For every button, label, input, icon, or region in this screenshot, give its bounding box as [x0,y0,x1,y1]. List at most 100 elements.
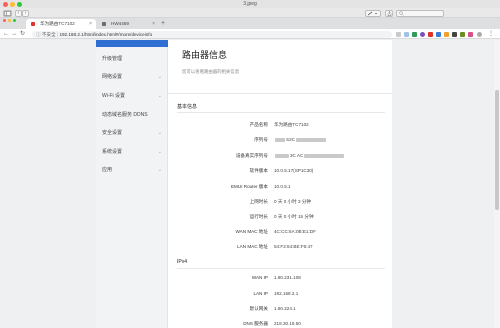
extension-icon[interactable] [460,31,465,37]
row-value-redacted: S2C [274,137,327,142]
huawei-favicon-icon [31,22,35,26]
row-value: 192.168.2.1 [274,291,299,296]
section-title-ipv4: IPv4 [177,259,188,265]
nav-back-icon[interactable]: ← [3,29,9,39]
row-value: 10.0.5.17(SP1C30) [274,168,314,173]
browser-maximize-button[interactable] [13,19,16,22]
redacted-block [275,153,289,158]
row-label: 运行时长 [249,214,268,219]
redacted-block [295,137,326,142]
menu-icon[interactable]: ⋮ [488,29,494,39]
row-value: 华为路由TC7102 [274,122,309,127]
sidebar-nav: 升级管理 网络设置 ⌄ Wi-Fi 设置 ⌄ 动态域名服务 DDNS 安全设置 … [96,40,168,328]
nav-forward-icon[interactable]: → [11,29,17,39]
serial-visible-text: S2C [286,137,295,142]
extension-icon[interactable] [428,31,433,37]
sidebar-item-network[interactable]: 网络设置 ⌄ [102,72,164,82]
chevron-down-icon: ⌄ [157,74,162,80]
browser-minimize-button[interactable] [8,19,11,22]
extension-icon[interactable] [468,31,473,37]
row-value: 1.80.231.108 [274,275,301,280]
row-label: 默认网关 [249,306,268,311]
tab-hw4469[interactable]: HW4469 × [97,19,159,29]
toolbar-search-field[interactable] [396,9,444,17]
page-scrollbar[interactable] [494,40,500,328]
extension-icon[interactable] [404,31,409,37]
sidebar-item-upgrade[interactable]: 升级管理 [102,54,164,64]
divider [168,93,392,94]
chevron-down-icon: ⌄ [157,93,162,99]
sidebar-item-label: 安全设置 [102,130,123,136]
sidebar-item-label: 网络设置 [102,74,123,80]
url-input[interactable]: ⓘ 不安全 | 192.168.2.1/html/index.html#/mor… [32,30,392,38]
extension-icon[interactable] [420,31,425,37]
row-label: 设备真实序列号 [235,153,268,158]
row-value: 218.30.19.50 [274,321,301,326]
tab-close-icon[interactable]: × [89,19,92,29]
sidebar-item-active[interactable] [96,40,168,47]
sidebar-item-apps[interactable]: 应用 ⌄ [102,165,164,175]
security-label: 不安全 [41,31,56,37]
sidebar-item-ddns[interactable]: 动态域名服务 DDNS [102,110,164,120]
sidebar-item-label: 系统设置 [102,149,123,155]
row-value: 4C:CC:6A:0B:E1:DF [274,229,316,234]
page-title: 路由器信息 [182,50,228,60]
row-value: 0 天 0 小时 15 分钟 [274,214,314,219]
sidebar-item-label: 应用 [102,167,113,173]
row-label: LAN IP [253,291,268,296]
row-label: 序列号 [254,137,268,142]
extension-icon[interactable] [412,31,417,37]
tab-router-info[interactable]: 华为路由TC7102 × [26,19,96,29]
row-label: WAN IP [251,275,268,280]
window-title: 3.jpeg [243,1,257,7]
row-label: LAN MAC 地址 [237,244,268,249]
row-label: 产品名称 [249,122,268,127]
row-label: DNS 服务器 [243,321,268,326]
sidebar-item-label: 升级管理 [102,56,123,62]
page-favicon-icon [102,22,106,26]
row-value-redacted: 3C AC [274,153,345,158]
extension-icon[interactable] [444,31,449,37]
sidebar-toggle-icon[interactable] [3,9,12,17]
sidebar-item-label: Wi-Fi 设置 [102,93,126,99]
bookmark-star-icon[interactable] [396,31,401,37]
window-titlebar: 3.jpeg [0,0,500,8]
share-icon[interactable] [385,9,393,17]
extension-icon[interactable] [436,31,441,37]
forward-button[interactable]: › [22,9,29,17]
tab-label: 华为路由TC7102 [40,21,75,26]
sidebar-item-security[interactable]: 安全设置 ⌄ [102,128,164,138]
sidebar-item-wifi[interactable]: Wi-Fi 设置 ⌄ [102,91,164,101]
row-label: 软件版本 [249,168,268,173]
tab-label: HW4469 [111,21,129,26]
search-icon [399,10,404,16]
sidebar-item-label: 动态域名服务 DDNS [102,112,148,118]
redacted-block [304,153,345,158]
chevron-down-icon: ⌄ [157,167,162,173]
row-value: 54:F2:64:BE:F6:47 [274,244,313,249]
reload-icon[interactable]: ↻ [20,29,25,39]
url-text: 192.168.2.1/html/index.html#/more/device… [59,31,153,37]
row-label: 上网时长 [249,199,268,204]
sidebar-item-system[interactable]: 系统设置 ⌄ [102,147,164,157]
extension-icon[interactable] [452,31,457,37]
section-title-basic: 基本信息 [177,104,198,110]
scrollbar-thumb[interactable] [495,90,499,210]
address-bar-row: ← → ↻ ⓘ 不安全 | 192.168.2.1/html/index.htm… [0,29,500,39]
avatar[interactable] [477,31,482,37]
row-value: 10.0.5.1 [274,184,291,189]
new-tab-button[interactable]: + [161,19,165,28]
browser-close-button[interactable] [3,19,6,22]
row-label: EMUI Router 版本 [230,184,268,189]
app-toolbar: ‹ › [0,8,500,18]
pen-icon[interactable] [365,9,381,17]
row-value: 0 天 0 小时 3 分钟 [274,199,312,204]
row-value: 1.80.224.1 [274,306,296,311]
main-content: 路由器信息 您可以查看路由器的相关信息 基本信息 产品名称 华为路由TC7102… [168,40,392,328]
divider [177,112,385,113]
tab-close-icon[interactable]: × [152,19,155,29]
back-button[interactable]: ‹ [15,9,22,17]
divider [177,268,385,269]
row-label: WAN MAC 地址 [235,229,269,234]
chevron-down-icon: ⌄ [157,149,162,155]
